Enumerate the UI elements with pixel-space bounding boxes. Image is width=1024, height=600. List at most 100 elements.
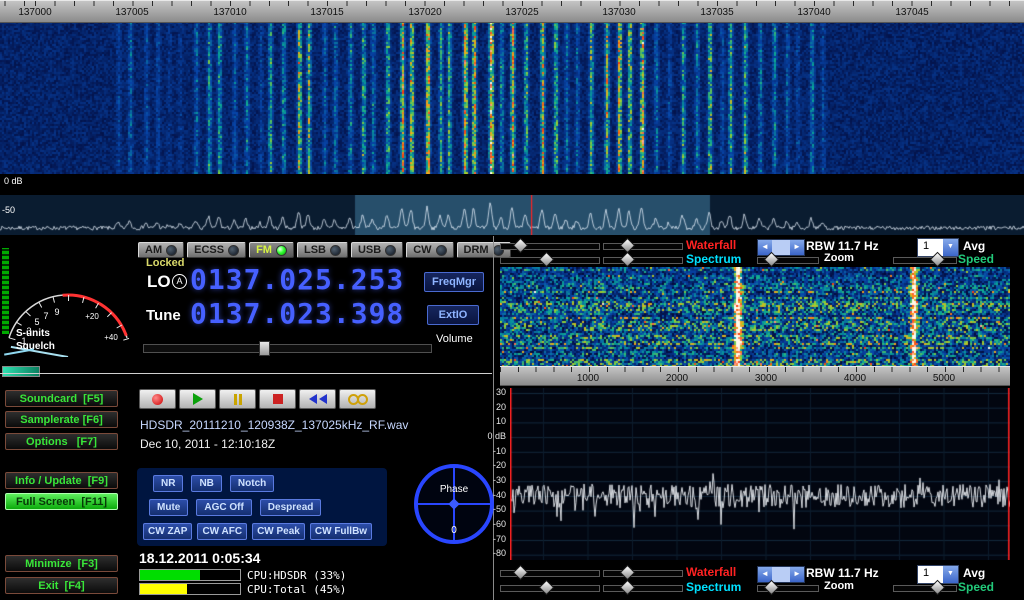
contrast-slider-2[interactable] xyxy=(603,570,683,577)
hdsdr-window: 137000 137005 137010 137015 137020 13702… xyxy=(0,0,1024,600)
despread-button[interactable]: Despread xyxy=(260,499,322,516)
brightness-slider[interactable] xyxy=(500,243,600,250)
play-button[interactable] xyxy=(179,389,216,409)
slider-thumb[interactable] xyxy=(513,565,529,581)
zoom-label: Zoom xyxy=(824,252,854,264)
mode-usb-button[interactable]: USB xyxy=(351,242,403,258)
cpu-hdsdr-fill xyxy=(140,570,200,580)
ruler-label: 137020 xyxy=(395,7,455,18)
lo-frequency-display[interactable]: 0137.025.253 xyxy=(190,263,404,296)
speed-slider[interactable] xyxy=(893,257,957,264)
volume-slider-thumb[interactable] xyxy=(259,341,270,356)
chevron-down-icon[interactable]: ▼ xyxy=(943,566,958,583)
waterfall-min-slider[interactable] xyxy=(500,257,600,264)
db-scale-label: 10 xyxy=(476,416,506,426)
mute-button[interactable]: Mute xyxy=(149,499,188,516)
brightness-slider-2[interactable] xyxy=(500,570,600,577)
zoom-slider[interactable] xyxy=(757,257,819,264)
s-units-label: S-units xyxy=(16,328,50,339)
avg-label-2: Avg xyxy=(963,566,985,580)
audio-spectrum-display[interactable] xyxy=(510,388,1010,560)
audio-waterfall-display[interactable] xyxy=(500,267,1010,366)
slider-thumb[interactable] xyxy=(539,252,555,268)
ruler-label: 137010 xyxy=(200,7,260,18)
audio-frequency-ruler[interactable]: 1000 2000 3000 4000 5000 xyxy=(500,366,1010,386)
smeter-scale-p40: +40 xyxy=(104,333,118,342)
scroll-right-icon[interactable]: ► xyxy=(790,240,804,255)
zoom-slider-2[interactable] xyxy=(757,585,819,592)
options-button[interactable]: Options [F7] xyxy=(5,433,118,450)
slider-thumb[interactable] xyxy=(620,580,636,596)
waterfall-max-slider-2[interactable] xyxy=(603,585,683,592)
minimize-button[interactable]: Minimize [F3] xyxy=(5,555,118,572)
main-frequency-ruler[interactable]: 137000 137005 137010 137015 137020 13702… xyxy=(0,0,1024,23)
cw-afc-button[interactable]: CW AFC xyxy=(197,523,247,540)
chevron-down-icon[interactable]: ▼ xyxy=(943,239,958,256)
ruler-label: 3000 xyxy=(746,373,786,384)
scroll-track[interactable] xyxy=(772,567,790,582)
notch-button[interactable]: Notch xyxy=(230,475,274,492)
play-icon xyxy=(193,393,203,405)
scroll-track[interactable] xyxy=(772,240,790,255)
mode-label: ECSS xyxy=(194,244,224,256)
waterfall-max-slider[interactable] xyxy=(603,257,683,264)
mode-lsb-button[interactable]: LSB xyxy=(297,242,348,258)
ruler-label: 2000 xyxy=(657,373,697,384)
mode-fm-button[interactable]: FM xyxy=(249,242,294,258)
fullscreen-button[interactable]: Full Screen [F11] xyxy=(5,493,118,510)
exit-button[interactable]: Exit [F4] xyxy=(5,577,118,594)
volume-slider[interactable] xyxy=(143,344,432,353)
slider-thumb[interactable] xyxy=(513,238,529,254)
main-waterfall-display[interactable] xyxy=(0,0,1024,174)
rewind-button[interactable] xyxy=(299,389,336,409)
freqmgr-button[interactable]: FreqMgr xyxy=(424,272,484,292)
samplerate-button[interactable]: Samplerate [F6] xyxy=(5,411,118,428)
mode-led-icon xyxy=(166,245,177,256)
mode-cw-button[interactable]: CW xyxy=(406,242,453,258)
rewind-icon xyxy=(309,394,317,404)
nb-button[interactable]: NB xyxy=(191,475,221,492)
scroll-right-icon[interactable]: ► xyxy=(790,567,804,582)
ruler-label: 137045 xyxy=(882,7,942,18)
zoom-scrollbar[interactable]: ◄ ► xyxy=(757,239,805,256)
mode-ecss-button[interactable]: ECSS xyxy=(187,242,246,258)
slider-thumb[interactable] xyxy=(539,580,555,596)
transport-bar xyxy=(139,389,376,409)
mode-led-icon xyxy=(228,245,239,256)
rbw-label: RBW 11.7 Hz xyxy=(806,239,879,253)
info-update-button[interactable]: Info / Update [F9] xyxy=(5,472,118,489)
lock-a-icon[interactable]: A xyxy=(172,274,187,289)
main-spectrum-display[interactable] xyxy=(0,195,1024,235)
cw-peak-button[interactable]: CW Peak xyxy=(252,523,305,540)
mode-led-icon xyxy=(436,245,447,256)
db-scale-label: 20 xyxy=(476,402,506,412)
waterfall-min-slider-2[interactable] xyxy=(500,585,600,592)
spectrum-label: Spectrum xyxy=(686,252,741,266)
ruler-ticks xyxy=(500,367,1010,372)
contrast-slider[interactable] xyxy=(603,243,683,250)
speed-slider-2[interactable] xyxy=(893,585,957,592)
stop-button[interactable] xyxy=(259,389,296,409)
speed-label: Speed xyxy=(958,252,994,266)
agc-off-button[interactable]: AGC Off xyxy=(196,499,251,516)
nr-button[interactable]: NR xyxy=(153,475,183,492)
slider-thumb[interactable] xyxy=(620,252,636,268)
squelch-level-bar[interactable] xyxy=(2,366,40,377)
tune-label: Tune xyxy=(146,307,181,324)
loop-button[interactable] xyxy=(339,389,376,409)
zoom-scrollbar-2[interactable]: ◄ ► xyxy=(757,566,805,583)
cw-zap-button[interactable]: CW ZAP xyxy=(143,523,192,540)
mode-am-button[interactable]: AM xyxy=(138,242,184,258)
soundcard-button[interactable]: Soundcard [F5] xyxy=(5,390,118,407)
record-button[interactable] xyxy=(139,389,176,409)
ruler-label: 137035 xyxy=(687,7,747,18)
ruler-label: 137040 xyxy=(784,7,844,18)
db-scale-label: -70 xyxy=(476,534,506,544)
cw-fullbw-button[interactable]: CW FullBw xyxy=(310,523,372,540)
tune-frequency-display[interactable]: 0137.023.398 xyxy=(190,297,404,330)
db-scale-label: -50 xyxy=(476,504,506,514)
pause-button[interactable] xyxy=(219,389,256,409)
extio-button[interactable]: ExtIO xyxy=(427,305,479,325)
cpu-total-label: CPU:Total (45%) xyxy=(247,583,346,596)
slider-thumb[interactable] xyxy=(620,565,636,581)
